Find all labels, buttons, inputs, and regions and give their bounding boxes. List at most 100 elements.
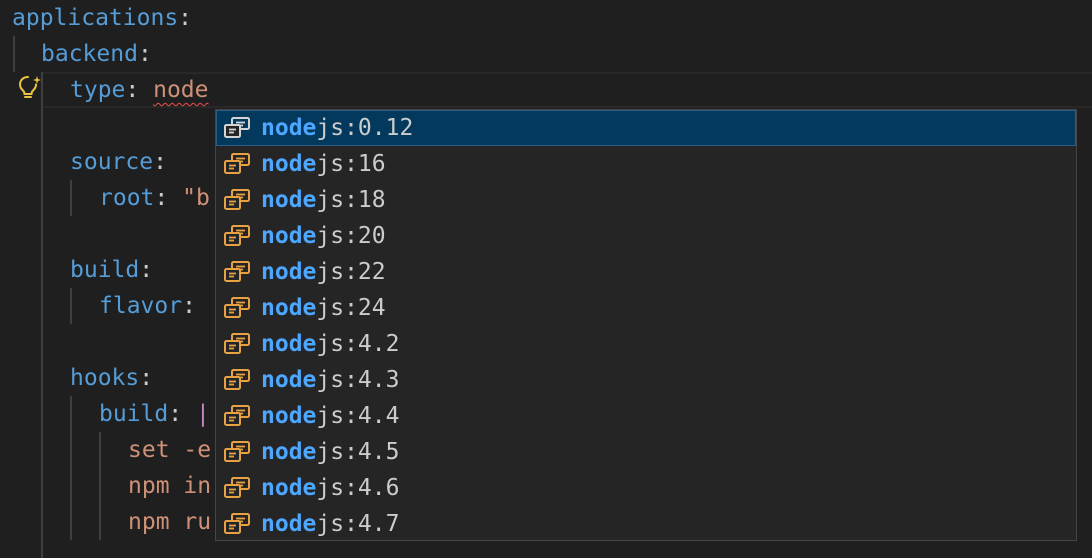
suggestion-match: node [261, 439, 317, 465]
code-line: build: [70, 252, 153, 288]
code-line: root: "b [99, 180, 210, 216]
yaml-key: flavor [99, 293, 183, 319]
code-line: flavor: [99, 288, 196, 324]
code-line: set -e [128, 432, 211, 468]
suggestion-label: nodejs:4.5 [261, 434, 399, 470]
suggestion-rest: js:4.3 [316, 367, 400, 393]
code-line: build: | [99, 396, 210, 432]
suggestion-item[interactable]: nodejs:4.5 [216, 434, 1076, 470]
block-indicator: | [195, 401, 210, 427]
suggestion-label: nodejs:4.6 [261, 470, 399, 506]
suggestion-item[interactable]: nodejs:4.2 [216, 326, 1076, 362]
colon: : [182, 293, 196, 319]
suggestion-match: node [261, 331, 317, 357]
suggestion-item[interactable]: nodejs:16 [216, 146, 1076, 182]
suggestion-match: node [261, 475, 317, 501]
colon: : [137, 41, 152, 67]
suggestion-label: nodejs:24 [261, 290, 386, 326]
autocomplete-suggest-widget[interactable]: nodejs:0.12 nodejs:16 nodejs:18 nodejs:20 no… [215, 109, 1077, 541]
code-line: backend: [41, 36, 152, 72]
suggestion-match: node [261, 115, 317, 141]
indent-guide [99, 432, 101, 540]
suggestion-match: node [261, 223, 317, 249]
suggestion-label: nodejs:20 [261, 218, 386, 254]
suggestion-rest: js:0.12 [316, 115, 414, 141]
yaml-key: build [70, 257, 140, 283]
yaml-key: type [70, 77, 126, 103]
suggestion-match: node [261, 259, 317, 285]
suggestion-label: nodejs:4.4 [261, 398, 399, 434]
suggestion-item[interactable]: nodejs:4.6 [216, 470, 1076, 506]
colon: : [178, 5, 193, 31]
suggestion-item[interactable]: nodejs:4.4 [216, 398, 1076, 434]
script-text: npm in [128, 473, 212, 499]
suggestion-rest: js:20 [316, 223, 386, 249]
suggestion-label: nodejs:16 [261, 146, 386, 182]
enum-value-icon [224, 153, 250, 174]
suggestion-item[interactable]: nodejs:4.3 [216, 362, 1076, 398]
code-line: hooks: [70, 360, 153, 396]
yaml-key: hooks [70, 365, 140, 391]
suggestion-rest: js:24 [316, 295, 386, 321]
enum-value-icon [224, 297, 250, 318]
yaml-key: applications [12, 5, 179, 31]
suggestion-rest: js:16 [316, 151, 386, 177]
suggestion-item[interactable]: nodejs:0.12 [216, 110, 1076, 146]
enum-value-icon [224, 405, 250, 426]
suggestion-label: nodejs:22 [261, 254, 386, 290]
suggestion-rest: js:4.6 [316, 475, 400, 501]
suggestion-item[interactable]: nodejs:22 [216, 254, 1076, 290]
suggestion-rest: js:18 [316, 187, 386, 213]
yaml-key: backend [41, 41, 138, 67]
colon: : [153, 149, 167, 175]
enum-value-icon [224, 369, 250, 390]
colon: : [125, 77, 154, 103]
suggestion-label: nodejs:4.3 [261, 362, 399, 398]
indent-guide [70, 180, 72, 216]
suggestion-rest: js:4.5 [316, 439, 400, 465]
suggestion-item[interactable]: nodejs:4.7 [216, 506, 1076, 540]
colon: : [139, 365, 154, 391]
colon: : [154, 185, 183, 211]
yaml-key: root [99, 185, 155, 211]
yaml-value: "b [182, 185, 210, 211]
suggestion-label: nodejs:0.12 [261, 110, 413, 146]
suggestion-item[interactable]: nodejs:20 [216, 218, 1076, 254]
enum-value-icon [224, 333, 250, 354]
script-text: set -e [128, 437, 212, 463]
suggestion-item[interactable]: nodejs:24 [216, 290, 1076, 326]
suggestion-label: nodejs:4.7 [261, 506, 400, 540]
script-text: npm ru [128, 509, 212, 535]
indent-guide [70, 396, 72, 540]
error-value: node [153, 77, 209, 103]
suggestion-match: node [261, 367, 317, 393]
enum-value-icon [224, 189, 250, 210]
suggestion-label: nodejs:18 [261, 182, 386, 218]
indent-guide [70, 288, 72, 324]
suggestion-label: nodejs:4.2 [261, 326, 399, 362]
suggestion-match: node [261, 511, 317, 537]
colon: : [139, 257, 154, 283]
code-line: npm in [128, 468, 211, 504]
suggestion-match: node [261, 295, 317, 321]
lightbulb-sparkle-icon[interactable] [16, 74, 44, 102]
enum-value-icon [224, 477, 250, 498]
suggestion-rest: js:4.2 [316, 331, 400, 357]
enum-value-icon [224, 261, 250, 282]
enum-value-icon [224, 117, 250, 138]
suggestion-rest: js:22 [316, 259, 386, 285]
indent-guide [13, 36, 15, 72]
yaml-key: source [70, 149, 154, 175]
colon: : [168, 401, 196, 427]
enum-value-icon [224, 441, 250, 462]
code-line: npm ru [128, 504, 211, 540]
suggestion-match: node [261, 403, 317, 429]
code-line-active: type: node [70, 72, 208, 108]
suggestion-rest: js:4.4 [316, 403, 400, 429]
suggestion-item[interactable]: nodejs:18 [216, 182, 1076, 218]
suggestion-match: node [261, 151, 317, 177]
suggestion-rest: js:4.7 [316, 511, 400, 537]
indent-guide [41, 72, 43, 558]
enum-value-icon [224, 513, 250, 534]
suggestion-match: node [261, 187, 317, 213]
